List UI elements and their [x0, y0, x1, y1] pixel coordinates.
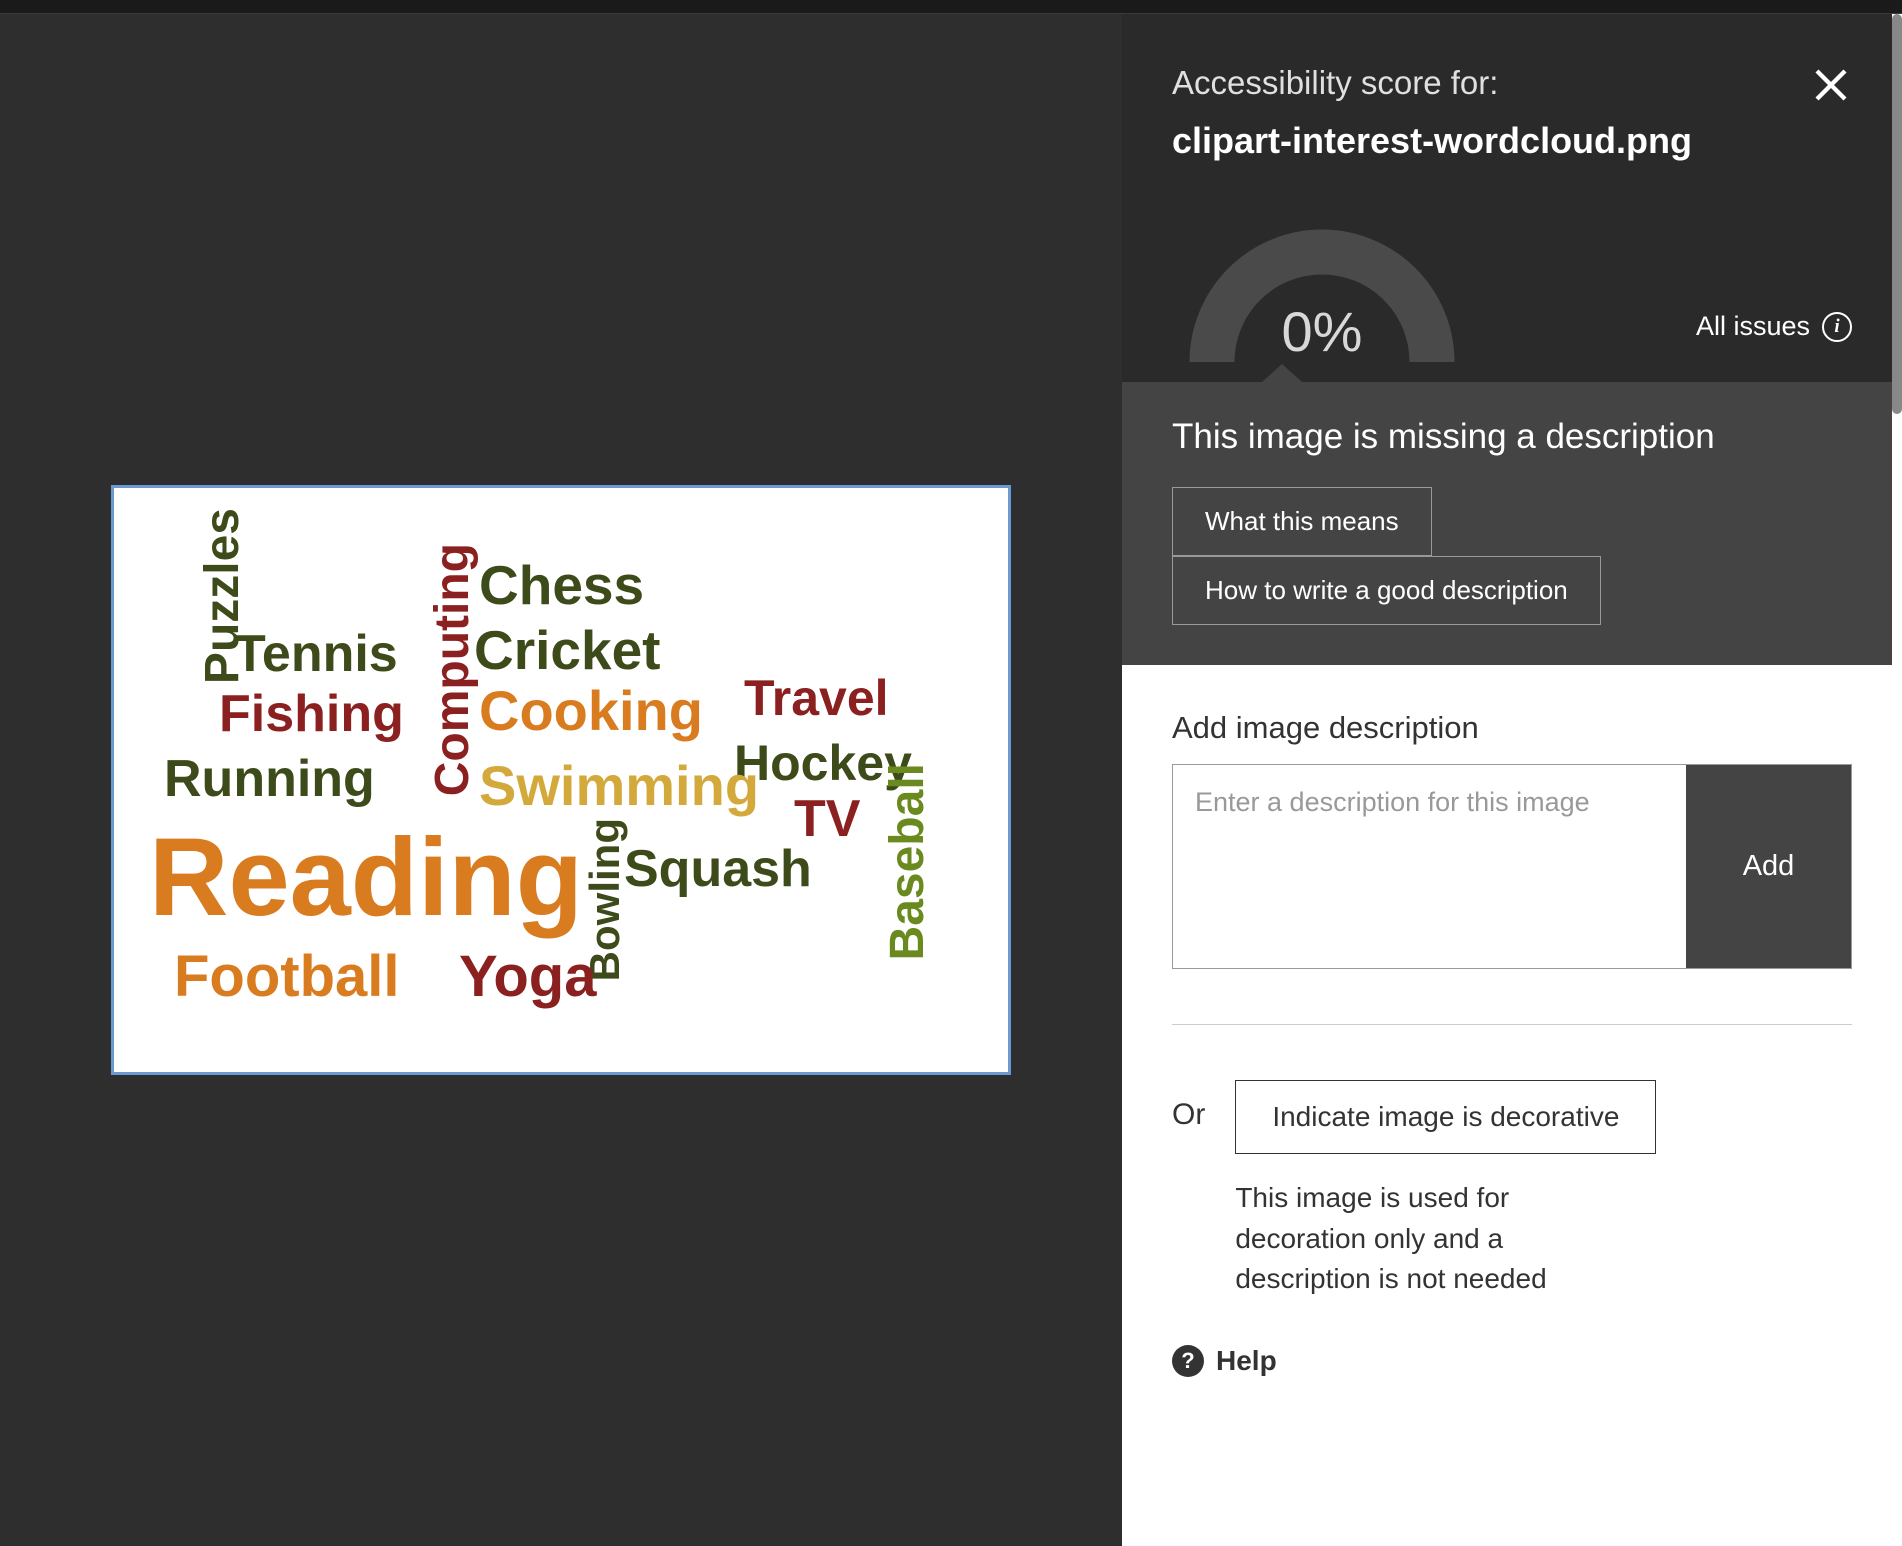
preview-pane: PuzzlesComputingChessTennisCricketFishin… [0, 14, 1122, 1546]
wordcloud-word: Football [174, 948, 400, 1006]
wordcloud-word: Baseball [884, 763, 932, 960]
wordcloud-word: Cooking [479, 683, 703, 739]
filename-label: clipart-interest-wordcloud.png [1172, 120, 1852, 162]
wordcloud-word: Squash [624, 843, 812, 895]
issue-section: This image is missing a description What… [1122, 382, 1902, 665]
issue-title: This image is missing a description [1172, 417, 1852, 457]
description-input[interactable] [1173, 765, 1686, 968]
image-preview: PuzzlesComputingChessTennisCricketFishin… [111, 485, 1011, 1075]
description-label: Add image description [1172, 710, 1852, 746]
wordcloud-word: Computing [429, 543, 477, 796]
wordcloud-word: TV [794, 793, 860, 845]
sidebar-header: Accessibility score for: clipart-interes… [1122, 14, 1902, 182]
info-icon: i [1822, 312, 1852, 342]
decorative-hint: This image is used for decoration only a… [1235, 1178, 1585, 1300]
accessibility-sidebar: Accessibility score for: clipart-interes… [1122, 14, 1902, 1546]
divider [1172, 1024, 1852, 1025]
wordcloud-word: Yoga [459, 948, 597, 1006]
window-topbar [0, 0, 1902, 14]
description-form-section: Add image description Add Or Indicate im… [1122, 665, 1902, 1546]
scrollbar-thumb[interactable] [1892, 14, 1902, 414]
what-this-means-button[interactable]: What this means [1172, 487, 1432, 556]
main-layout: PuzzlesComputingChessTennisCricketFishin… [0, 14, 1902, 1546]
help-icon: ? [1172, 1345, 1204, 1377]
help-link[interactable]: ? Help [1172, 1345, 1852, 1377]
gauge-section: 0% All issues i [1122, 182, 1902, 382]
wordcloud-word: Swimming [479, 758, 759, 814]
close-icon [1810, 64, 1852, 106]
decorative-row: Or Indicate image is decorative This ima… [1172, 1080, 1852, 1300]
wordcloud-word: Running [164, 753, 375, 805]
or-label: Or [1172, 1080, 1205, 1132]
sidebar-scrollbar[interactable] [1892, 14, 1902, 1546]
add-button[interactable]: Add [1686, 765, 1851, 968]
indicate-decorative-button[interactable]: Indicate image is decorative [1235, 1080, 1656, 1154]
score-gauge: 0% [1172, 212, 1472, 372]
help-label: Help [1216, 1345, 1277, 1377]
wordcloud-word: Cricket [474, 623, 660, 678]
gauge-value: 0% [1282, 299, 1363, 364]
close-button[interactable] [1810, 64, 1852, 111]
wordcloud-word: Travel [744, 673, 889, 723]
description-input-row: Add [1172, 764, 1852, 969]
all-issues-label: All issues [1696, 311, 1810, 342]
wordcloud-word: Fishing [219, 688, 404, 740]
wordcloud-word: Tennis [234, 628, 398, 680]
how-to-write-button[interactable]: How to write a good description [1172, 556, 1601, 625]
wordcloud-word: Reading [149, 823, 583, 933]
wordcloud-graphic: PuzzlesComputingChessTennisCricketFishin… [114, 488, 1008, 1072]
wordcloud-word: Chess [479, 558, 644, 613]
score-label: Accessibility score for: [1172, 64, 1852, 102]
all-issues-link[interactable]: All issues i [1696, 311, 1852, 372]
